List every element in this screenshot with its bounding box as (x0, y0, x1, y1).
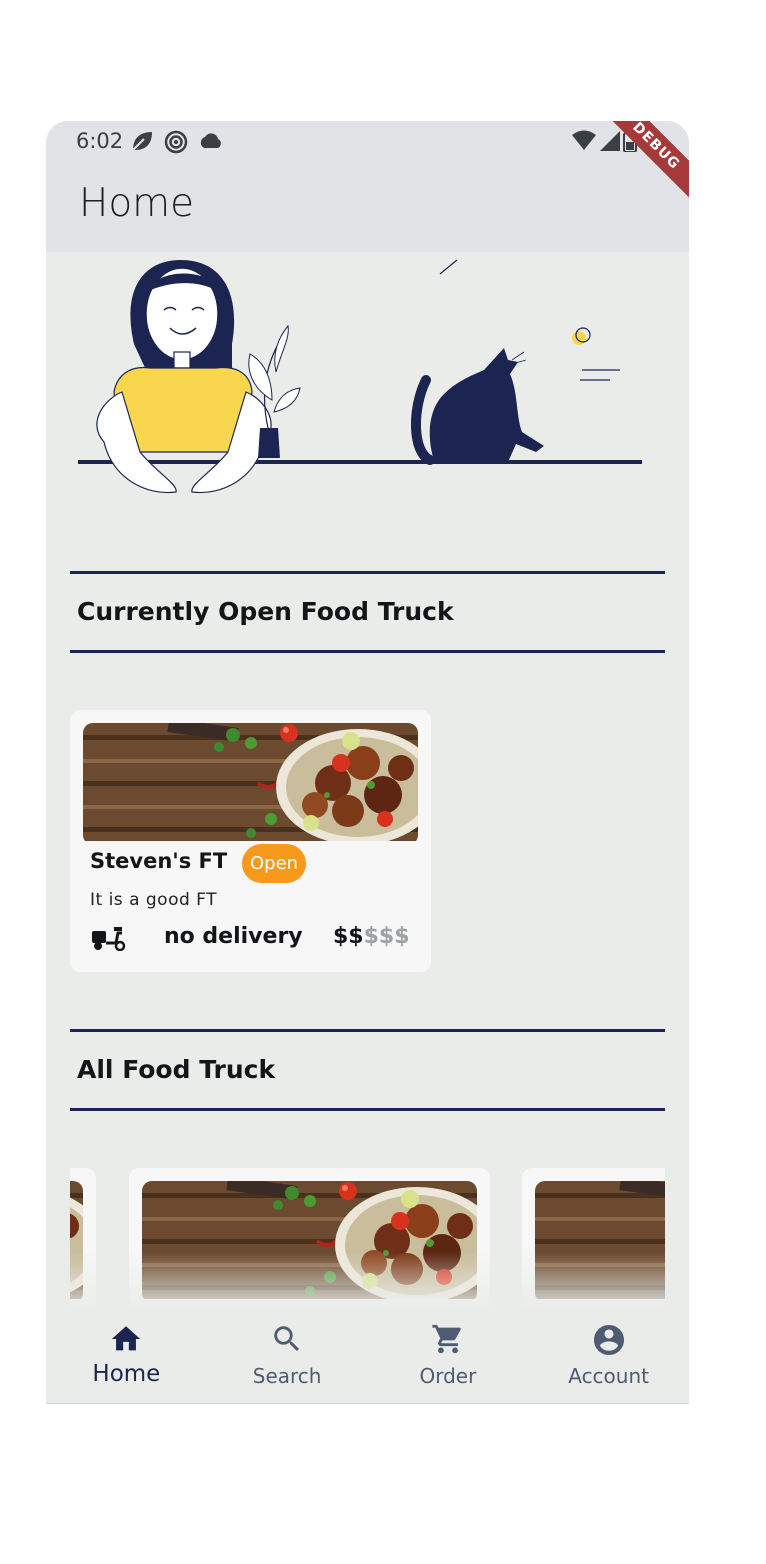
phone-screen: 6:02 DEBUG Home Currently Open Food Truc… (46, 121, 689, 1404)
nav-item-search[interactable]: Search (207, 1308, 368, 1403)
section-divider-top (70, 1029, 665, 1032)
cat-shape (429, 348, 544, 462)
leaf-icon (130, 130, 154, 158)
truck-name: Steven's FT (90, 849, 228, 873)
account-icon (591, 1322, 627, 1362)
nav-item-home[interactable]: Home (46, 1308, 207, 1403)
price-active: $$ (333, 924, 364, 949)
truck-description: It is a good FT (90, 890, 218, 910)
home-icon (109, 1322, 143, 1360)
search-icon (270, 1322, 304, 1360)
nav-label-account: Account (568, 1364, 649, 1388)
cart-icon (431, 1322, 465, 1360)
nav-item-order[interactable]: Order (368, 1308, 529, 1403)
status-icons-left (130, 130, 224, 158)
price-inactive: $$$ (363, 924, 410, 949)
cloud-icon (198, 130, 224, 158)
home-content[interactable]: Currently Open Food Truck Steven's FT Op… (46, 252, 689, 1308)
section-title-open: Currently Open Food Truck (77, 597, 454, 626)
section-divider-bottom (70, 1108, 665, 1111)
delivery-label: no delivery (164, 924, 303, 949)
nav-label-home: Home (92, 1361, 161, 1387)
app-bar: Home (46, 161, 689, 252)
status-time: 6:02 (76, 129, 124, 153)
status-bar: 6:02 (46, 121, 689, 161)
nav-item-account[interactable]: Account (528, 1308, 689, 1403)
page-title: Home (79, 181, 195, 226)
price-level: $$$$$ (333, 924, 410, 949)
scroll-fade (46, 1252, 689, 1308)
signal-icon (599, 130, 621, 156)
section-title-all: All Food Truck (77, 1055, 276, 1084)
scooter-icon (92, 925, 126, 955)
wifi-icon (571, 130, 597, 156)
nav-label-search: Search (252, 1364, 322, 1388)
section-divider-top (70, 571, 665, 574)
bottom-navigation: Home Search Order Account (46, 1308, 689, 1403)
food-truck-image (83, 723, 418, 845)
nav-label-order: Order (419, 1364, 477, 1388)
hero-illustration (78, 259, 642, 494)
status-badge: Open (242, 844, 307, 883)
food-truck-card[interactable]: Steven's FT Open It is a good FT no deli… (70, 710, 431, 972)
section-divider-bottom (70, 650, 665, 653)
target-icon (164, 130, 188, 158)
